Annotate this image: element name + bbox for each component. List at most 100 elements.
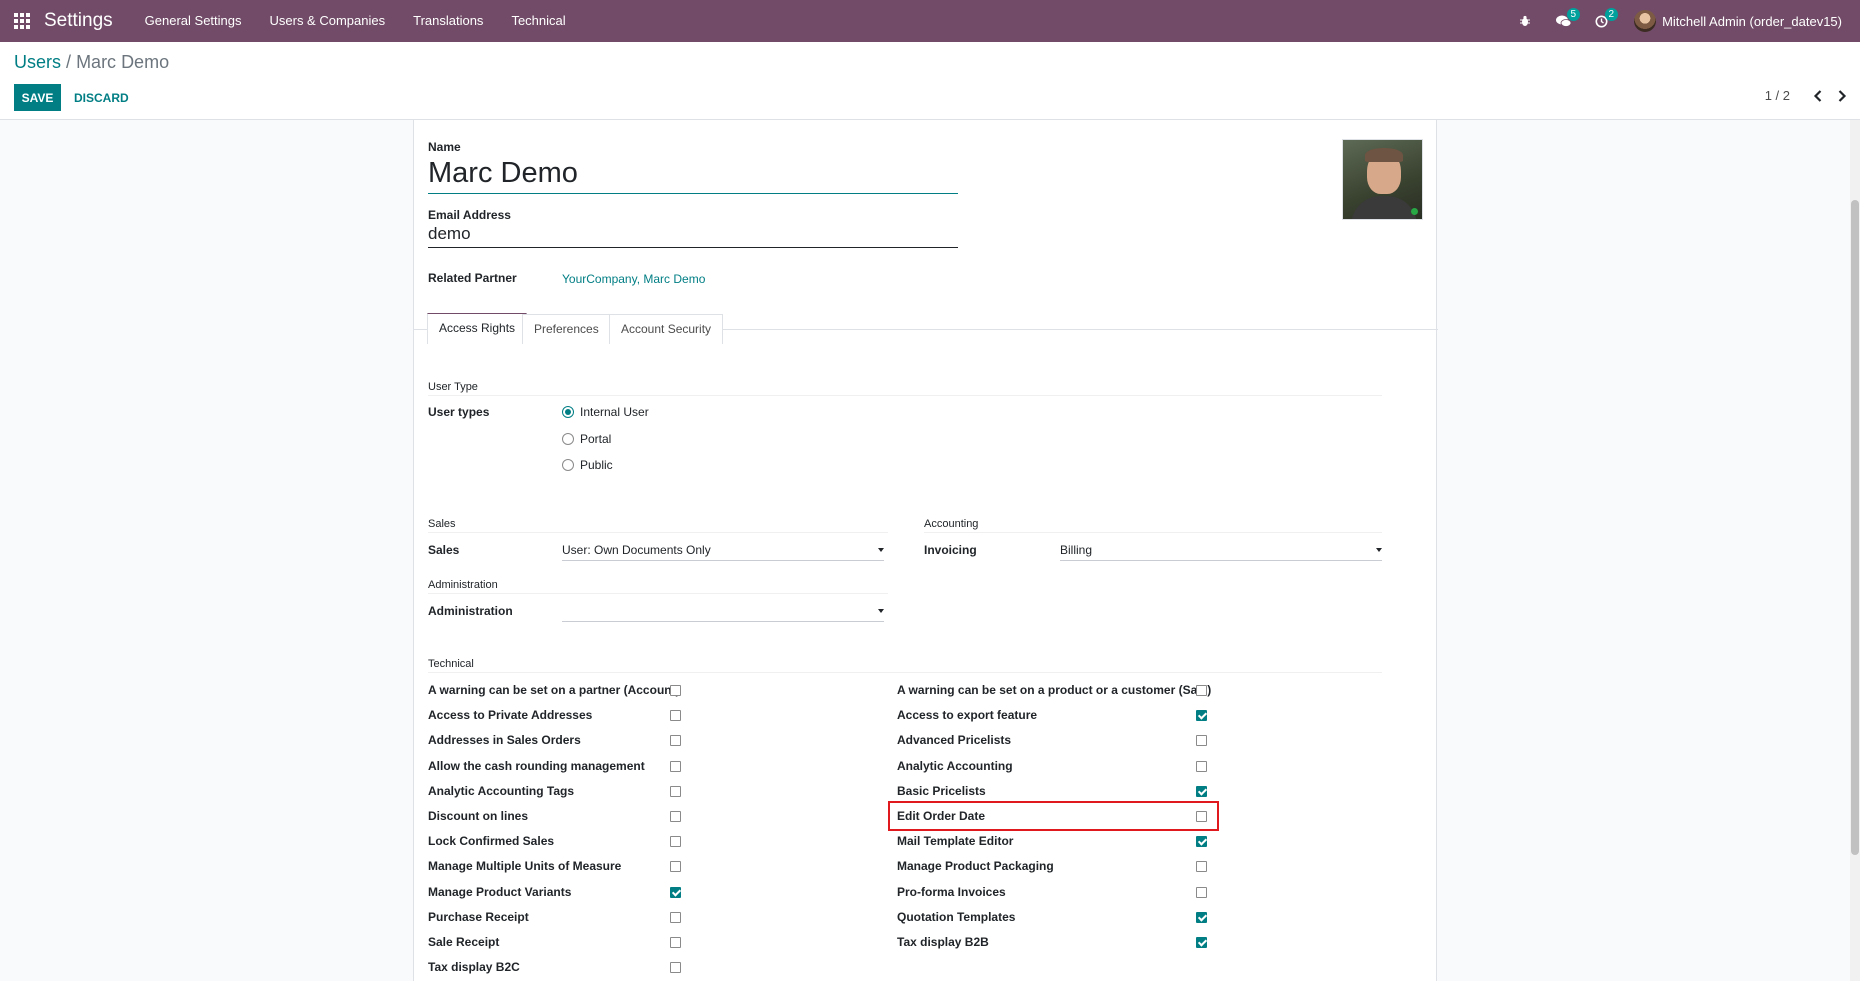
menu-users-companies[interactable]: Users & Companies (256, 0, 400, 42)
checkbox-manage-product-variants[interactable] (670, 886, 681, 898)
accounting-group-title: Accounting (924, 518, 1382, 533)
sales-caret-icon (878, 548, 884, 552)
radio-public[interactable]: Public (562, 458, 613, 472)
checkbox-addresses-in-sales-orders[interactable] (670, 735, 681, 747)
checkbox-lock-confirmed-sales[interactable] (670, 836, 681, 848)
checkbox-discount-on-lines[interactable] (670, 811, 681, 822)
technical-option-label-sale-receipt: Sale Receipt (428, 935, 500, 949)
email-label: Email Address (428, 208, 511, 222)
menu-general-settings[interactable]: General Settings (131, 0, 256, 42)
sales-label: Sales (428, 543, 460, 557)
technical-option-label-advanced-pricelists: Advanced Pricelists (897, 733, 1012, 748)
checkbox-a-warning-can-be-set-on-a-product-or-a-customer-sale[interactable] (1196, 685, 1207, 696)
checkbox-analytic-accounting[interactable] (1196, 760, 1207, 772)
checkbox-analytic-accounting-tags[interactable] (670, 785, 681, 797)
user-menu[interactable]: Mitchell Admin (order_datev15) (1620, 0, 1860, 42)
checkbox-manage-product-packaging[interactable] (1196, 861, 1207, 873)
checkbox-sale-receipt[interactable] (670, 937, 681, 948)
invoicing-caret-icon (1376, 548, 1382, 552)
checkbox-edit-order-date[interactable] (1196, 811, 1207, 822)
technical-option-label-mail-template-editor: Mail Template Editor (897, 834, 1014, 849)
tab-access-rights[interactable]: Access Rights (427, 313, 528, 344)
technical-group-title: Technical (428, 658, 1382, 673)
name-input[interactable]: Marc Demo (428, 156, 958, 194)
technical-option-label-a-warning-can-be-set-on-a-product-or-a-customer-sale: A warning can be set on a product or a c… (897, 683, 1212, 697)
checkbox-quotation-templates[interactable] (1196, 911, 1207, 923)
name-label: Name (428, 140, 461, 154)
radio-internal-user[interactable]: Internal User (562, 405, 649, 419)
radio-public-label: Public (580, 458, 613, 472)
radio-public-indicator (562, 459, 574, 471)
messages-chat-icon[interactable]: 5 (1544, 0, 1582, 42)
menu-translations[interactable]: Translations (399, 0, 497, 42)
technical-option-label-allow-the-cash-rounding-management: Allow the cash rounding management (428, 758, 645, 773)
checkbox-mail-template-editor[interactable] (1196, 836, 1207, 848)
technical-option-label-lock-confirmed-sales: Lock Confirmed Sales (428, 834, 555, 849)
tab-account-security[interactable]: Account Security (609, 314, 724, 344)
checkbox-tax-display-b2c[interactable] (670, 962, 681, 974)
page-scrollbar-thumb[interactable] (1851, 200, 1859, 855)
technical-option-label-manage-product-variants: Manage Product Variants (428, 884, 572, 899)
technical-option-label-manage-multiple-units-of-measure: Manage Multiple Units of Measure (428, 859, 622, 874)
administration-group-title: Administration (428, 579, 888, 594)
technical-option-label-basic-pricelists: Basic Pricelists (897, 783, 986, 798)
checkbox-access-to-export-feature[interactable] (1196, 710, 1207, 722)
checkbox-advanced-pricelists[interactable] (1196, 735, 1207, 747)
technical-option-label-quotation-templates: Quotation Templates (897, 909, 1016, 924)
radio-internal-user-label: Internal User (580, 405, 649, 419)
user-avatar (1634, 10, 1657, 32)
menu-technical[interactable]: Technical (497, 0, 579, 42)
apps-menu-icon[interactable] (0, 0, 44, 42)
technical-option-label-analytic-accounting-tags: Analytic Accounting Tags (428, 783, 575, 798)
form-sheet: Name Marc Demo Email Address demo Relate… (413, 120, 1438, 981)
administration-caret-icon (878, 609, 884, 613)
radio-internal-user-indicator (562, 406, 574, 418)
user-photo[interactable] (1342, 139, 1423, 220)
technical-option-label-tax-display-b2c: Tax display B2C (428, 960, 520, 975)
messages-count-badge: 5 (1566, 8, 1581, 21)
checkbox-basic-pricelists[interactable] (1196, 785, 1207, 797)
activities-clock-icon[interactable]: 2 (1582, 0, 1620, 42)
email-input[interactable]: demo (428, 222, 958, 248)
breadcrumb-separator: / (66, 52, 72, 72)
related-partner-link[interactable]: YourCompany, Marc Demo (562, 272, 705, 286)
radio-portal-indicator (562, 433, 574, 445)
technical-option-label-pro-forma-invoices: Pro-forma Invoices (897, 884, 1006, 899)
checkbox-purchase-receipt[interactable] (670, 911, 681, 923)
activities-count-badge: 2 (1604, 8, 1619, 21)
sales-select-value: User: Own Documents Only (562, 543, 711, 557)
radio-portal[interactable]: Portal (562, 432, 611, 446)
top-navbar: Settings General Settings Users & Compan… (0, 0, 1860, 42)
sales-select[interactable]: User: Own Documents Only (562, 541, 884, 561)
discard-button[interactable]: DISCARD (66, 84, 137, 111)
checkbox-manage-multiple-units-of-measure[interactable] (670, 861, 681, 873)
save-button[interactable]: SAVE (14, 84, 61, 111)
checkbox-pro-forma-invoices[interactable] (1196, 886, 1207, 898)
sales-group-title: Sales (428, 518, 888, 533)
checkbox-access-to-private-addresses[interactable] (670, 710, 681, 722)
tab-preferences[interactable]: Preferences (522, 314, 611, 344)
technical-option-label-access-to-export-feature: Access to export feature (897, 708, 1038, 723)
app-brand[interactable]: Settings (44, 10, 113, 32)
debug-bug-icon[interactable] (1506, 0, 1544, 42)
breadcrumb-current: Marc Demo (76, 52, 170, 72)
administration-select[interactable] (562, 602, 884, 622)
technical-option-label-access-to-private-addresses: Access to Private Addresses (428, 708, 593, 723)
checkbox-a-warning-can-be-set-on-a-partner-account[interactable] (670, 685, 681, 696)
radio-portal-label: Portal (580, 432, 612, 446)
technical-option-label-a-warning-can-be-set-on-a-partner-account: A warning can be set on a partner (Accou… (428, 683, 680, 697)
technical-option-label-tax-display-b2b: Tax display B2B (897, 935, 989, 949)
technical-option-label-purchase-receipt: Purchase Receipt (428, 909, 529, 924)
pager-previous-icon[interactable] (1808, 86, 1828, 106)
user-name: Mitchell Admin (order_datev15) (1662, 13, 1842, 29)
checkbox-allow-the-cash-rounding-management[interactable] (670, 760, 681, 772)
invoicing-select[interactable]: Billing (1060, 541, 1382, 561)
user-types-label: User types (428, 405, 490, 419)
technical-option-label-addresses-in-sales-orders: Addresses in Sales Orders (428, 733, 581, 748)
pager-value[interactable]: 1 / 2 (1765, 88, 1790, 103)
technical-option-label-analytic-accounting: Analytic Accounting (897, 758, 1013, 773)
breadcrumb-users-link[interactable]: Users (14, 52, 61, 72)
related-partner-label: Related Partner (428, 271, 517, 285)
pager-next-icon[interactable] (1832, 86, 1852, 106)
checkbox-tax-display-b2b[interactable] (1196, 937, 1207, 948)
